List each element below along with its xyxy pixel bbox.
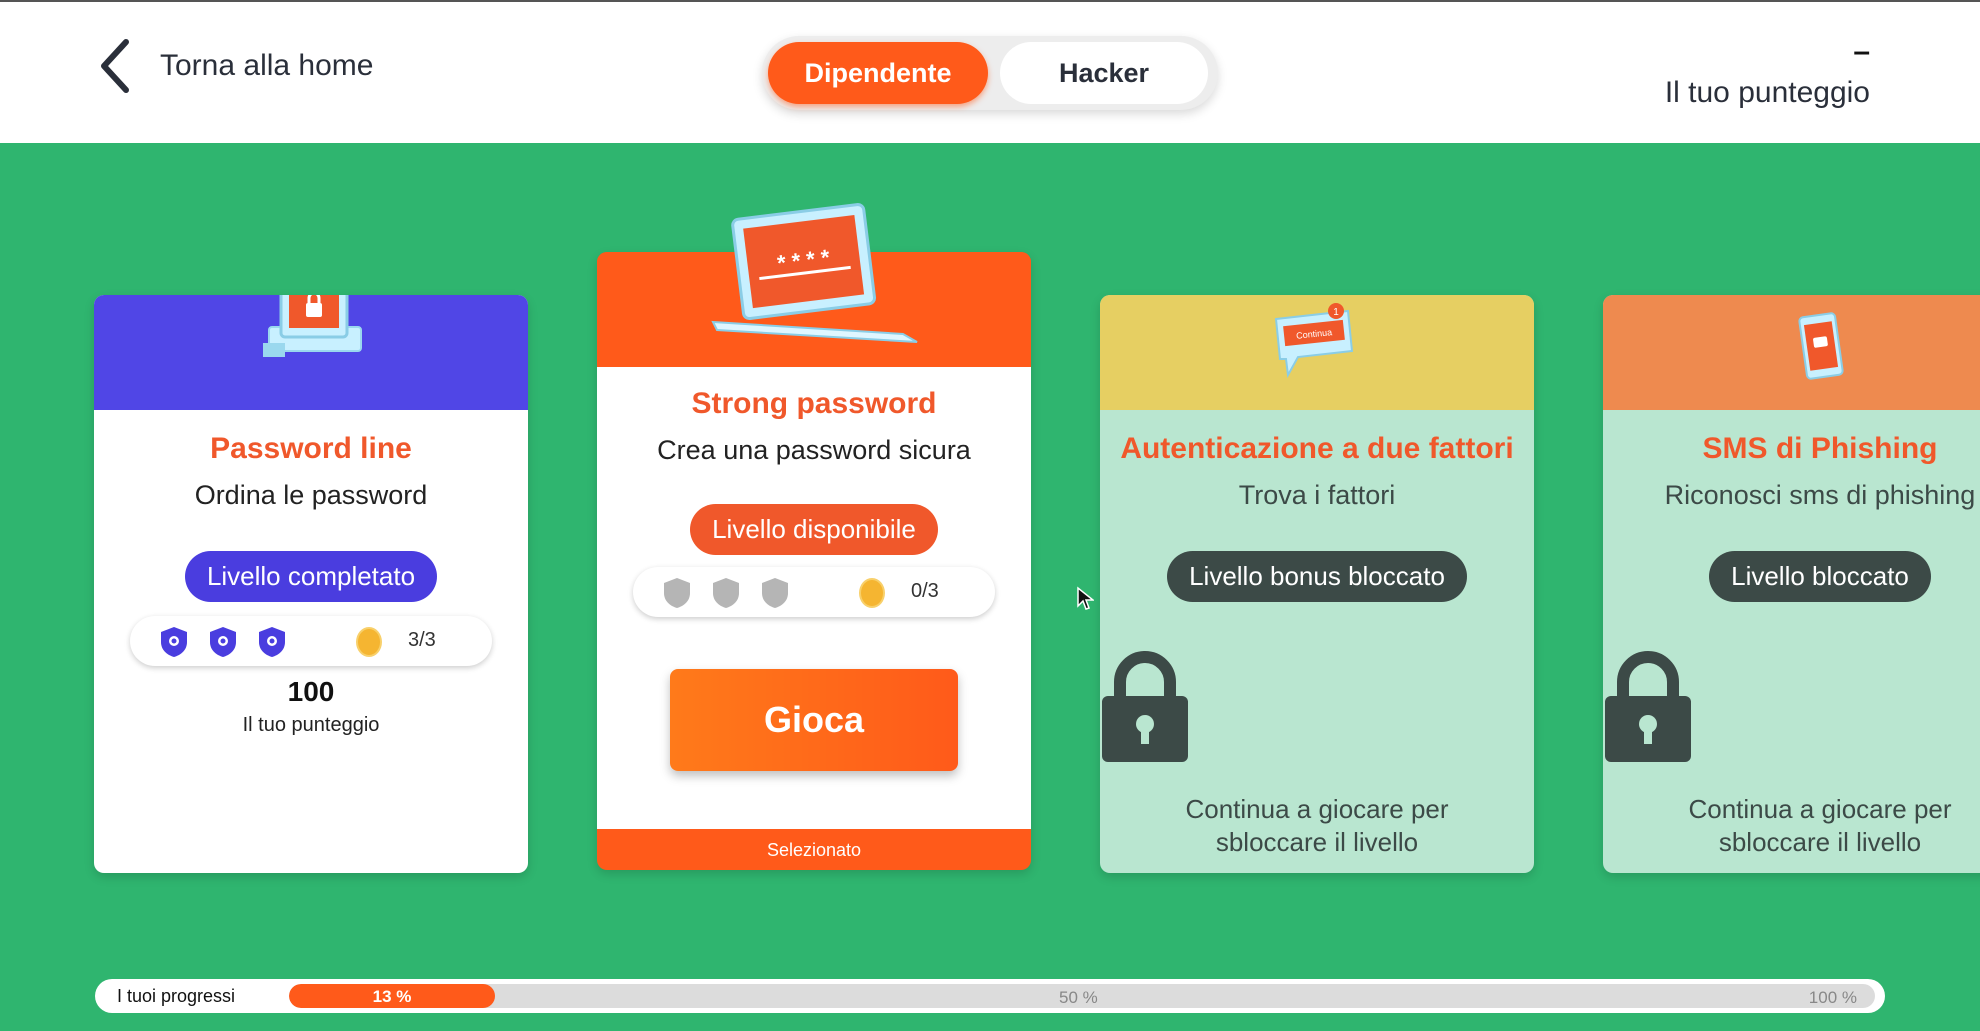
lock-icon — [1102, 651, 1188, 762]
shield-icon — [713, 578, 739, 608]
card-subtitle: Ordina le password — [194, 480, 428, 510]
toggle-hacker[interactable]: Hacker — [1000, 42, 1208, 104]
level-card-password-line[interactable]: Password line Ordina le password Livello… — [94, 295, 528, 873]
selected-label: Selezionato — [766, 839, 862, 860]
role-toggle: Dipendente Hacker — [762, 36, 1218, 110]
card-subtitle: Crea una password sicura — [657, 435, 971, 465]
password-laptop-icon: * * * * — [711, 203, 918, 343]
header-score-label: Il tuo punteggio — [1664, 76, 1870, 109]
card-title: Autenticazione a due fattori — [1120, 432, 1514, 465]
mouse-cursor-icon — [1077, 586, 1094, 610]
locked-computer-icon — [263, 295, 362, 357]
progress-label: I tuoi progressi — [117, 986, 236, 1006]
card-title: SMS di Phishing — [1702, 432, 1938, 465]
level-status-badge: Livello bloccato — [1709, 551, 1931, 602]
card-score-value: 100 — [287, 676, 335, 707]
level-card-sms-phishing[interactable]: SMS di Phishing Riconosci sms di phishin… — [1603, 295, 1980, 873]
coin-icon — [356, 627, 382, 657]
header-score-value: – — [1853, 35, 1870, 68]
notification-badge: 1 — [1333, 307, 1339, 318]
card-header — [94, 295, 528, 410]
card-score-label: Il tuo punteggio — [242, 714, 380, 736]
progress-fill: 13 % — [289, 984, 495, 1008]
back-home-button[interactable]: Torna alla home — [96, 36, 373, 96]
play-button[interactable]: Gioca — [670, 669, 958, 771]
level-status-badge: Livello disponibile — [690, 504, 938, 555]
level-card-two-factor[interactable]: Continua 1 Autenticazione a due fattori … — [1100, 295, 1534, 873]
card-subtitle: Riconosci sms di phishing — [1664, 480, 1976, 510]
shields-bar: 3/3 — [130, 616, 492, 666]
shield-icon — [161, 627, 187, 657]
lock-icon — [1605, 651, 1691, 762]
card-header: * * * * — [597, 203, 1031, 367]
card-header — [1603, 295, 1980, 410]
level-status-badge: Livello completato — [184, 551, 438, 602]
card-subtitle: Trova i fattori — [1238, 480, 1396, 510]
header-score: – Il tuo punteggio — [1664, 35, 1870, 110]
progress-mark-50: 50 % — [1059, 988, 1098, 1007]
shields-count: 0/3 — [911, 580, 939, 602]
card-header: Continua 1 — [1100, 295, 1534, 410]
progress-track: 13 % 50 % 100 % — [289, 984, 1875, 1008]
level-status-badge: Livello bonus bloccato — [1167, 551, 1467, 602]
chat-bubble-icon: Continua 1 — [1274, 303, 1354, 379]
shield-icon — [210, 627, 236, 657]
level-card-strong-password[interactable]: * * * * Strong password Crea una passwor… — [597, 203, 1031, 870]
shield-icon — [762, 578, 788, 608]
shield-icon — [664, 578, 690, 608]
phone-sms-icon — [1798, 312, 1844, 380]
card-title: Strong password — [691, 387, 937, 420]
unlock-hint: Continua a giocare per sbloccare il live… — [1185, 794, 1449, 857]
unlock-hint: Continua a giocare per sbloccare il live… — [1688, 794, 1952, 857]
chevron-left-icon — [101, 39, 129, 93]
progress-mark-100: 100 % — [1808, 988, 1857, 1007]
progress-value: 13 % — [372, 987, 412, 1006]
card-title: Password line — [210, 432, 412, 465]
coin-icon — [859, 578, 885, 608]
shield-icon — [259, 627, 285, 657]
toggle-dipendente[interactable]: Dipendente — [768, 42, 988, 104]
shields-count: 3/3 — [408, 629, 436, 651]
top-bar: Torna alla home Dipendente Hacker – Il t… — [0, 0, 1980, 143]
progress-bar: I tuoi progressi 13 % 50 % 100 % — [95, 979, 1885, 1013]
back-home-label: Torna alla home — [160, 49, 374, 82]
shields-bar: 0/3 — [633, 567, 995, 617]
